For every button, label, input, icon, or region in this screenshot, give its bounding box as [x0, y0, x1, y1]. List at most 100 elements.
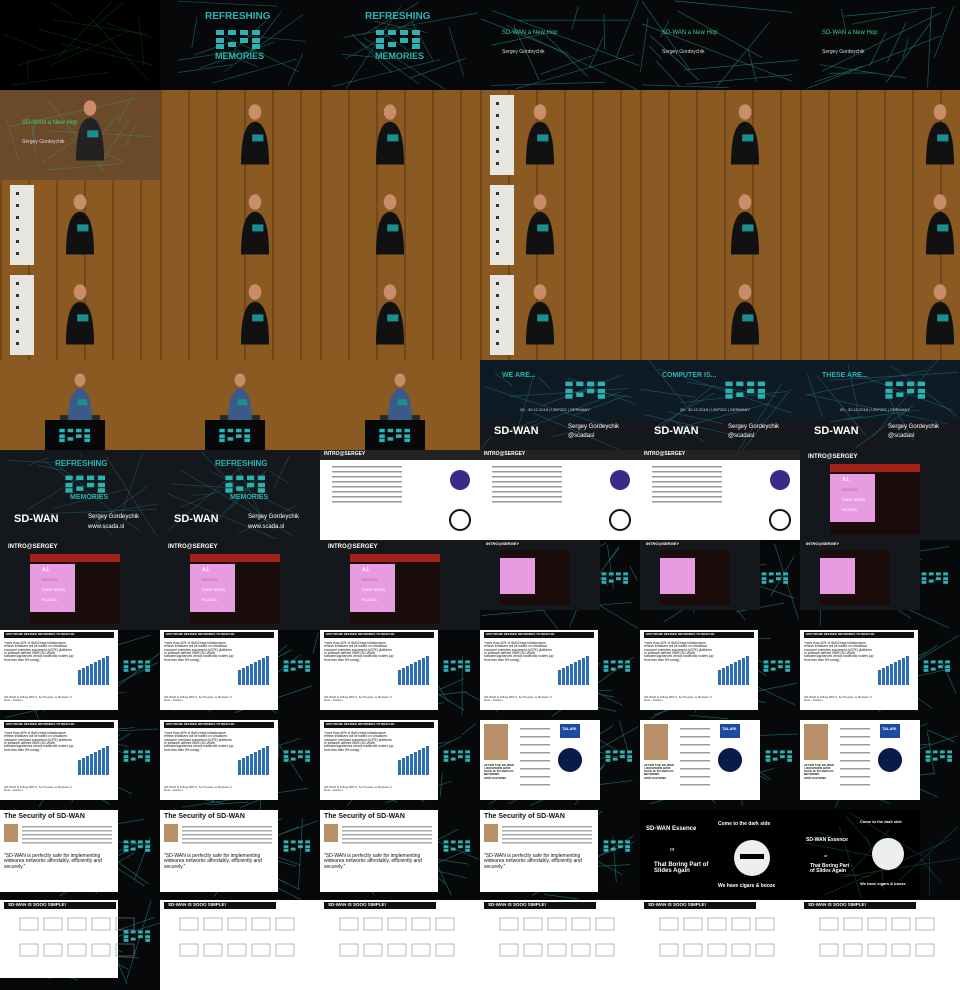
slide-text: BITCOIN: [202, 577, 219, 582]
slide-text: BITCOIN: [842, 487, 859, 492]
frame-thumbnail-title-slide: SD-WAN a New Hop Sergey Gordeychik: [640, 0, 800, 90]
ccc-logo-icon: [123, 930, 150, 942]
frame-image: [0, 270, 160, 360]
ccc-logo-icon: [565, 381, 605, 399]
slide-text: TALARI: [882, 726, 897, 731]
slide-text: SD-WAN: [14, 513, 59, 525]
slide-text: "more than 40% of WAN edge infrastructur…: [164, 641, 234, 662]
frame-thumbnail-simple: SD-WAN IS SOOO SIMPLE!: [640, 900, 800, 990]
slide-text: SD-WAN Is Killing MPLS, So Prepare to Re…: [4, 785, 72, 793]
slide-text: MEMORIES: [70, 494, 109, 501]
frame-thumbnail-title-fade: SD-WAN a New Hop Sergey Gordeychik: [0, 90, 160, 180]
slide-text: or: [824, 853, 828, 858]
slide-text: www.scada.sl: [88, 524, 125, 530]
slide-text: A.I.: [42, 567, 50, 573]
slide-text: REFRESHING: [55, 459, 108, 468]
frame-image: [800, 450, 960, 540]
slide-text: SD-WAN IS SOOO SIMPLE!: [8, 902, 67, 907]
slide-text: "more than 40% of WAN edge infrastructur…: [804, 641, 874, 662]
ccc-logo-icon: [283, 660, 310, 672]
frame-thumbnail-ccc-sdwan: REFRESHING MEMORIES SD-WAN Sergey Gordeychi…: [0, 450, 160, 540]
ccc-logo-icon: [216, 30, 260, 49]
slide-text: www.scada.sl: [248, 524, 285, 530]
frame-thumbnail-stage: [480, 270, 640, 360]
frame-image: [160, 90, 320, 180]
frame-thumbnail-stage: [160, 180, 320, 270]
frame-thumbnail-these-are: THESE ARE... 29 - 30.12.2018 | LEIPZIG | …: [800, 360, 960, 450]
frame-image: [160, 270, 320, 360]
ccc-logo-icon: [283, 750, 310, 762]
frame-thumbnail-sdn: SOFTWARE DEFINED NETWORKS TO RESCUE! "mor…: [320, 630, 480, 720]
slide-text: THESE ARE...: [822, 372, 868, 379]
frame-image: [800, 90, 960, 180]
ccc-logo-icon: [885, 381, 925, 399]
frame-thumbnail-stage: [0, 180, 160, 270]
frame-thumbnail-stage: [320, 180, 480, 270]
slide-text: FAKE NEWS: [42, 587, 66, 592]
frame-image: [0, 0, 160, 90]
frame-thumbnail-security: The Security of SD-WAN "SD-WAN is perfect…: [320, 810, 480, 900]
frame-thumbnail-sdn: SOFTWARE DEFINED NETWORKS TO RESCUE! "mor…: [480, 630, 640, 720]
frame-image: [480, 540, 640, 630]
ccc-logo-icon: [123, 840, 150, 852]
slide-text: SD-WAN IS SOOO SIMPLE!: [648, 902, 707, 907]
slide-text: A.I.: [842, 477, 850, 483]
slide-text: SOFTWARE DEFINED NETWORKS TO RESCUE!: [646, 632, 715, 636]
slide-text: SOFTWARE DEFINED NETWORKS TO RESCUE!: [486, 632, 555, 636]
frame-thumbnail-simple: SD-WAN IS SOOO SIMPLE!: [160, 900, 320, 990]
slide-text: SD-WAN Essence: [646, 826, 697, 832]
ccc-logo-icon: [605, 750, 632, 762]
frame-thumbnail-bio-slide: INTRO@SERGEY: [640, 450, 800, 540]
frame-image: [800, 270, 960, 360]
slide-text: @scadasl: [568, 433, 595, 439]
slide-text: Sergey Gordeychik: [88, 514, 140, 520]
frame-thumbnail-stage: [160, 90, 320, 180]
frame-thumbnail-security: The Security of SD-WAN "SD-WAN is perfect…: [480, 810, 640, 900]
frame-thumbnail-bio-slide: INTRO@SERGEY: [480, 450, 640, 540]
slide-text: SOFTWARE DEFINED NETWORKS TO RESCUE!: [326, 722, 395, 726]
slide-text: FAKE NEWS: [202, 587, 226, 592]
frame-image: [640, 540, 800, 630]
frame-image: [800, 0, 960, 90]
frame-thumbnail-dark-intro: [0, 0, 160, 90]
frame-thumbnail-sdn: SOFTWARE DEFINED NETWORKS TO RESCUE! "mor…: [0, 630, 160, 720]
frame-thumbnail-intro-menu: INTRO@SERGEY A.I. BITCOIN FAKE NEWS RUSSIA: [320, 540, 480, 630]
slide-text: WE ARE...: [502, 372, 536, 379]
frame-image: [320, 180, 480, 270]
ccc-logo-icon: [379, 428, 410, 443]
slide-text: SD-WAN: [174, 513, 219, 525]
frame-thumbnail-we-are: WE ARE... 29 - 30.12.2018 | LEIPZIG | GER…: [480, 360, 640, 450]
slide-text: INTRO@SERGEY: [808, 454, 858, 460]
ccc-logo-icon: [443, 660, 470, 672]
frame-thumbnail-article: TALARI AFTER THE SD-WAN LOCKDOWN HOW SAFE…: [480, 720, 640, 810]
slide-text: SD-WAN Is Killing MPLS, So Prepare to Re…: [324, 785, 392, 793]
frame-thumbnail-stage: [800, 90, 960, 180]
ccc-logo-icon: [603, 660, 630, 672]
ccc-logo-icon: [123, 750, 150, 762]
slide-text: INTRO@SERGEY: [484, 451, 526, 457]
frame-image: [320, 540, 480, 630]
slide-text: Come to the dark side: [718, 821, 771, 827]
frame-image: [800, 900, 960, 990]
frame-thumbnail-stage: [800, 180, 960, 270]
frame-thumbnail-intro-menu: INTRO@SERGEY A.I. BITCOIN FAKE NEWS RUSSIA: [800, 450, 960, 540]
slide-text: AFTER THE SD-WAN LOCKDOWN HOW SAFE IS TO…: [644, 763, 674, 780]
slide-text: SD-WAN Is Killing MPLS, So Prepare to Re…: [644, 695, 712, 703]
frame-image: [640, 0, 800, 90]
frame-thumbnail-sdn: SOFTWARE DEFINED NETWORKS TO RESCUE! "mor…: [640, 630, 800, 720]
slide-text: SOFTWARE DEFINED NETWORKS TO RESCUE!: [326, 632, 395, 636]
slide-text: "more than 40% of WAN edge infrastructur…: [324, 641, 394, 662]
slide-text: or: [670, 847, 675, 853]
slide-text: @scadasl: [888, 433, 915, 439]
slide-text: Sergey Gordeychik: [568, 424, 620, 430]
slide-text: SD-WAN Is Killing MPLS, So Prepare to Re…: [484, 695, 552, 703]
frame-thumbnail-stage: [320, 90, 480, 180]
slide-text: RUSSIA: [42, 597, 57, 602]
frame-image: [0, 900, 160, 990]
ccc-logo-icon: [65, 475, 105, 493]
slide-text: "SD-WAN is perfectly safe for implementi…: [4, 853, 102, 870]
frame-image: [0, 180, 160, 270]
frame-thumbnail-essence: SD-WAN Essence or That Boring Part of Slid…: [640, 810, 800, 900]
slide-text: SOFTWARE DEFINED NETWORKS TO RESCUE!: [166, 632, 235, 636]
slide-text: SD-WAN Essence: [806, 837, 848, 843]
